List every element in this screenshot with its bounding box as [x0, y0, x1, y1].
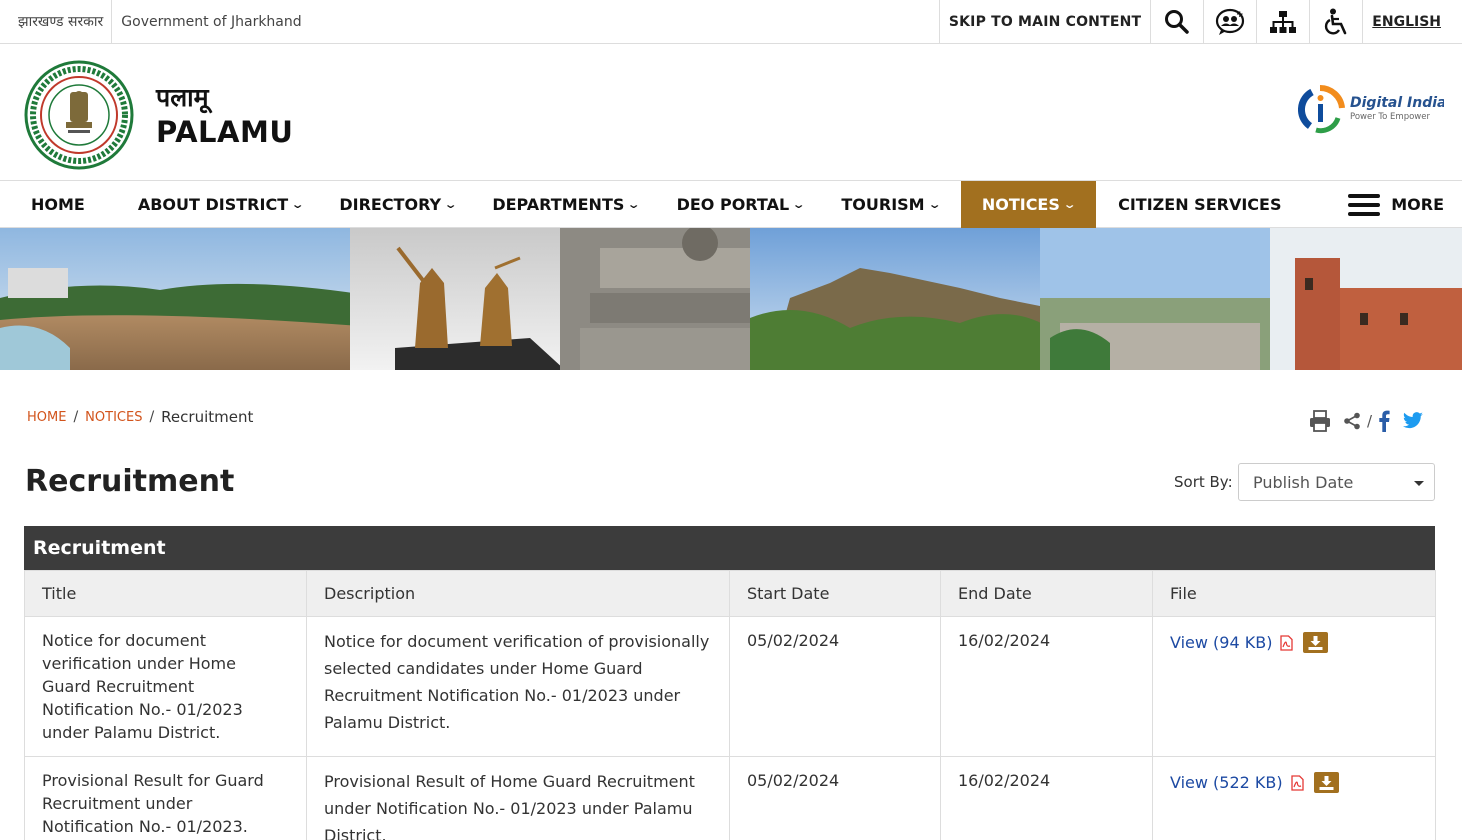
nav-label: DIRECTORY	[339, 195, 442, 214]
nav-label: ABOUT DISTRICT	[137, 195, 289, 214]
share-group: /	[1343, 410, 1390, 432]
breadcrumb-notices-link[interactable]: NOTICES	[85, 410, 142, 425]
nav-item-deo-portal[interactable]: DEO PORTAL ⌄	[667, 181, 832, 228]
table-header-row: Title Description Start Date End Date Fi…	[24, 570, 1436, 617]
chevron-down-icon: ⌄	[1062, 198, 1077, 211]
skip-to-main-content-link[interactable]: SKIP TO MAIN CONTENT	[938, 0, 1150, 44]
print-icon[interactable]	[1309, 410, 1331, 432]
utility-actions: SKIP TO MAIN CONTENT + ENGLISH	[938, 0, 1462, 44]
breadcrumb-separator: /	[149, 409, 155, 425]
pdf-icon	[1280, 634, 1294, 651]
nav-item-notices[interactable]: NOTICES ⌄	[960, 181, 1097, 228]
site-title-hindi: पलामू	[156, 83, 209, 112]
nav-item-citizen-services[interactable]: CITIZEN SERVICES	[1096, 181, 1291, 228]
jharkhand-emblem-logo[interactable]	[24, 60, 134, 170]
nav-label: TOURISM	[841, 195, 925, 214]
nav-label: HOME	[31, 195, 85, 214]
column-header-end-date[interactable]: End Date	[940, 570, 1153, 617]
chevron-down-icon: ⌄	[927, 198, 942, 211]
svg-text:+: +	[1236, 10, 1244, 20]
digital-india-wordmark: Digital India	[1350, 95, 1444, 111]
nav-label: NOTICES	[981, 195, 1060, 214]
file-actions: View (522 KB)	[1170, 771, 1418, 794]
sort-by-select[interactable]: Publish Date	[1238, 463, 1435, 501]
digital-india-tagline: Power To Empower	[1350, 112, 1430, 122]
top-utility-bar: झारखण्ड सरकार Government of Jharkhand SK…	[0, 0, 1462, 44]
nav-item-home[interactable]: HOME	[0, 181, 128, 228]
column-header-title[interactable]: Title	[24, 570, 307, 617]
nav-item-tourism[interactable]: TOURISM ⌄	[831, 181, 960, 228]
cell-title: Notice for document verification under H…	[24, 616, 307, 757]
digital-india-logo[interactable]: Digital India Power To Empower	[1298, 78, 1444, 140]
caret-down-icon	[1414, 481, 1424, 486]
column-header-description[interactable]: Description	[306, 570, 730, 617]
nav-label: DEPARTMENTS	[492, 195, 625, 214]
breadcrumb-home-link[interactable]: HOME	[27, 410, 66, 425]
sort-by-value: Publish Date	[1253, 473, 1354, 492]
breadcrumb-current: Recruitment	[161, 408, 254, 426]
gov-link-hindi[interactable]: झारखण्ड सरकार	[0, 0, 113, 44]
social-media-icon: +	[1216, 8, 1245, 35]
chevron-down-icon: ⌄	[791, 198, 806, 211]
view-file-link[interactable]: View (522 KB)	[1170, 771, 1283, 794]
language-selector[interactable]: ENGLISH	[1362, 0, 1462, 44]
download-button[interactable]	[1313, 772, 1339, 793]
hamburger-icon	[1348, 189, 1381, 221]
cell-file: View (522 KB)	[1152, 756, 1436, 840]
page-title: Recruitment	[25, 464, 235, 499]
cell-start-date: 05/02/2024	[729, 756, 941, 840]
main-navigation: HOME ABOUT DISTRICT ⌄ DIRECTORY ⌄ DEPARTME…	[0, 181, 1462, 228]
chevron-down-icon: ⌄	[627, 198, 641, 211]
sort-by-label: Sort By:	[1174, 473, 1233, 491]
sitemap-icon	[1270, 11, 1297, 33]
cell-end-date: 16/02/2024	[940, 616, 1153, 757]
table-caption: Recruitment	[24, 526, 1435, 570]
search-icon	[1165, 10, 1190, 34]
site-header: पलामू PALAMU Digital India Power To Empo…	[0, 44, 1462, 181]
nav-item-directory[interactable]: DIRECTORY ⌄	[329, 181, 482, 228]
cell-description: Notice for document verification of prov…	[306, 616, 730, 757]
cell-description: Provisional Result of Home Guard Recruit…	[306, 756, 730, 840]
view-file-link[interactable]: View (94 KB)	[1170, 631, 1272, 654]
social-media-button[interactable]: +	[1203, 0, 1256, 44]
cell-start-date: 05/02/2024	[729, 616, 941, 757]
column-header-start-date[interactable]: Start Date	[729, 570, 941, 617]
table-row: Provisional Result for Guard Recruitment…	[24, 756, 1436, 840]
cell-title: Provisional Result for Guard Recruitment…	[24, 756, 307, 840]
breadcrumb: HOME / NOTICES / Recruitment	[27, 408, 253, 426]
chevron-down-icon: ⌄	[443, 198, 458, 211]
nav-label: CITIZEN SERVICES	[1118, 195, 1282, 214]
nav-item-about-district[interactable]: ABOUT DISTRICT ⌄	[128, 181, 329, 228]
column-header-file: File	[1152, 570, 1436, 617]
share-separator: /	[1366, 412, 1372, 430]
search-button[interactable]	[1150, 0, 1203, 44]
twitter-icon[interactable]	[1402, 412, 1424, 430]
nav-item-departments[interactable]: DEPARTMENTS ⌄	[482, 181, 666, 228]
more-menu-button[interactable]: MORE	[1348, 181, 1444, 228]
pdf-icon	[1290, 774, 1304, 791]
nav-label: DEO PORTAL	[676, 195, 790, 214]
gov-link-english[interactable]: Government of Jharkhand	[112, 14, 301, 30]
more-label: MORE	[1391, 195, 1444, 214]
sitemap-button[interactable]	[1256, 0, 1309, 44]
facebook-icon[interactable]	[1378, 410, 1390, 432]
share-icon[interactable]	[1343, 412, 1361, 430]
accessibility-icon	[1325, 8, 1347, 35]
site-title-english: PALAMU	[156, 115, 294, 149]
cell-file: View (94 KB)	[1152, 616, 1436, 757]
download-icon	[1319, 775, 1334, 790]
cell-end-date: 16/02/2024	[940, 756, 1153, 840]
file-actions: View (94 KB)	[1170, 631, 1418, 654]
download-button[interactable]	[1303, 632, 1329, 653]
district-banner-image	[0, 225, 1462, 370]
table-row: Notice for document verification under H…	[24, 616, 1436, 757]
recruitment-table: Recruitment Title Description Start Date…	[24, 526, 1436, 840]
share-tools: /	[1309, 410, 1424, 432]
chevron-down-icon: ⌄	[290, 198, 305, 211]
breadcrumb-separator: /	[73, 409, 79, 425]
download-icon	[1308, 635, 1323, 650]
accessibility-button[interactable]	[1309, 0, 1362, 44]
